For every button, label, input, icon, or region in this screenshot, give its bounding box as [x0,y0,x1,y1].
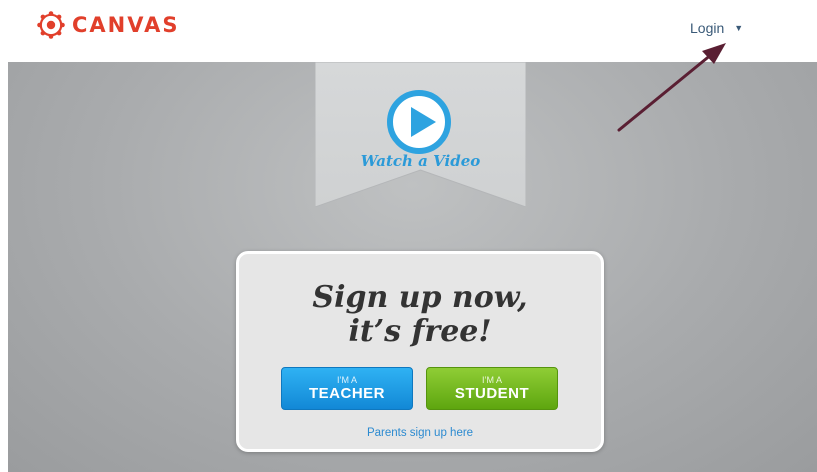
watch-video-label[interactable]: Watch a Video [315,150,526,172]
signup-headline: Sign up now, it’s free! [239,281,601,349]
student-signup-button[interactable]: I’M A STUDENT [426,367,558,410]
chevron-down-icon: ▼ [734,23,744,33]
teacher-button-prefix: I’M A [336,375,357,385]
login-dropdown[interactable]: Login ▼ [690,19,743,37]
teacher-button-label: TEACHER [308,385,385,402]
canvas-logo[interactable]: CANVAS [36,10,179,40]
student-button-prefix: I’M A [481,375,502,385]
headline-line-1: Sign up now, [312,280,528,315]
signup-card: Sign up now, it’s free! I’M A TEACHER I’… [236,251,604,452]
student-button-label: STUDENT [454,385,530,402]
page: CANVAS Login ▼ Watch a Video Sign up now… [0,0,817,472]
headline-line-2: it’s free! [348,314,492,349]
parents-signup-link[interactable]: Parents sign up here [239,426,601,440]
logo-text: CANVAS [72,13,180,37]
canvas-logo-icon [36,10,66,40]
header: CANVAS Login ▼ [0,0,817,62]
teacher-signup-button[interactable]: I’M A TEACHER [281,367,413,410]
play-icon[interactable] [386,89,452,155]
login-label: Login [690,20,725,36]
